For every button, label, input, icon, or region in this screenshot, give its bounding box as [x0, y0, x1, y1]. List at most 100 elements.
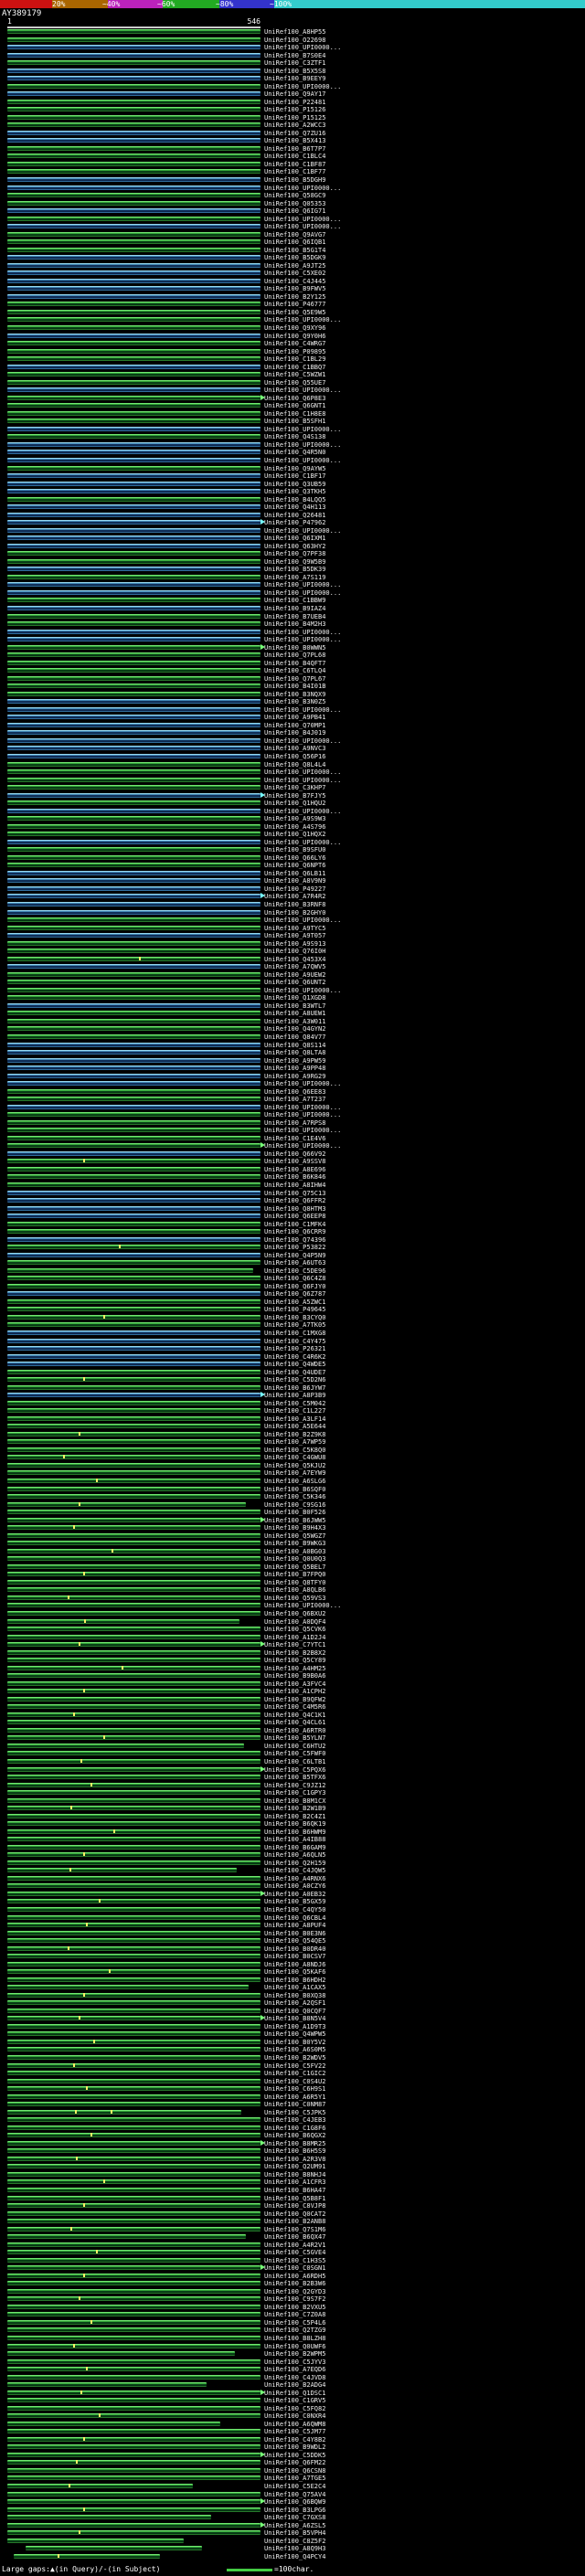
hit-label[interactable]: UniRef100_B0F526: [264, 1509, 325, 1517]
hit-bar[interactable]: [7, 1462, 261, 1468]
hit-label[interactable]: UniRef100_A1CPH2: [264, 1688, 325, 1696]
hit-label[interactable]: UniRef100_Q0UWF6: [264, 2343, 325, 2351]
hit-label[interactable]: UniRef100_UPI0000...: [264, 917, 341, 925]
hit-bar[interactable]: [7, 1829, 261, 1834]
hit-bar[interactable]: [7, 1011, 261, 1016]
hit-bar[interactable]: [7, 348, 261, 354]
hit-label[interactable]: UniRef100_A7T237: [264, 1096, 325, 1104]
hit-label[interactable]: UniRef100_C3KHP7: [264, 784, 325, 792]
hit-label[interactable]: UniRef100_C6HTU2: [264, 1743, 325, 1751]
hit-bar[interactable]: [7, 317, 261, 323]
hit-bar[interactable]: [7, 1112, 261, 1118]
hit-label[interactable]: UniRef100_B6QGX2: [264, 2132, 325, 2140]
hit-bar[interactable]: [7, 589, 261, 595]
hit-bar[interactable]: [7, 1696, 261, 1701]
hit-label[interactable]: UniRef100_UPI0000...: [264, 737, 341, 746]
hit-bar[interactable]: [7, 2071, 261, 2076]
hit-bar[interactable]: [7, 2498, 265, 2505]
hit-label[interactable]: UniRef100_C0NXR4: [264, 2412, 325, 2421]
hit-bar[interactable]: [7, 1026, 261, 1032]
hit-bar[interactable]: [7, 1806, 261, 1811]
hit-label[interactable]: UniRef100_C1BF87: [264, 161, 325, 169]
hit-label[interactable]: UniRef100_A8V9N9: [264, 877, 325, 885]
hit-label[interactable]: UniRef100_Q6IG71: [264, 207, 325, 216]
hit-bar[interactable]: [7, 2343, 261, 2348]
hit-bar[interactable]: [7, 1362, 261, 1367]
hit-label[interactable]: UniRef100_UPI0000...: [264, 808, 341, 816]
hit-bar[interactable]: [7, 1501, 247, 1507]
hit-label[interactable]: UniRef100_A6RTR0: [264, 1727, 325, 1735]
hit-label[interactable]: UniRef100_Q1HQX2: [264, 831, 325, 839]
hit-bar[interactable]: [7, 558, 261, 564]
hit-bar[interactable]: [7, 224, 261, 229]
hit-bar[interactable]: [7, 1743, 244, 1748]
hit-label[interactable]: UniRef100_B8NHJ4: [264, 2171, 325, 2179]
hit-label[interactable]: UniRef100_C1BBW9: [264, 597, 325, 605]
hit-bar[interactable]: [7, 1408, 261, 1414]
hit-label[interactable]: UniRef100_B0WWN5: [264, 644, 325, 652]
hit-label[interactable]: UniRef100_C0SGN1: [264, 2264, 325, 2273]
hit-bar[interactable]: [7, 1541, 261, 1546]
hit-label[interactable]: UniRef100_Q4UDE7: [264, 1369, 325, 1377]
hit-bar[interactable]: [7, 504, 261, 510]
hit-bar[interactable]: [7, 1765, 265, 1772]
hit-label[interactable]: UniRef100_Q9W5B9: [264, 558, 325, 567]
hit-label[interactable]: UniRef100_A7WP59: [264, 1438, 325, 1447]
hit-bar[interactable]: [7, 1923, 261, 1928]
hit-label[interactable]: UniRef100_UPI0000...: [264, 581, 341, 589]
hit-label[interactable]: UniRef100_B3RNF8: [264, 901, 325, 909]
hit-label[interactable]: UniRef100_UPI0000...: [264, 987, 341, 995]
hit-label[interactable]: UniRef100_C1BF17: [264, 472, 325, 481]
hit-bar[interactable]: [7, 551, 261, 557]
hit-label[interactable]: UniRef100_C1H3S5: [264, 2257, 325, 2265]
hit-label[interactable]: UniRef100_A7S119: [264, 574, 325, 582]
hit-label[interactable]: UniRef100_Q8LTA8: [264, 1049, 325, 1057]
hit-bar[interactable]: [7, 1415, 261, 1421]
hit-bar[interactable]: [7, 309, 261, 314]
hit-bar[interactable]: [7, 1135, 261, 1140]
hit-bar[interactable]: [7, 2389, 265, 2395]
hit-bar[interactable]: [7, 2015, 265, 2021]
hit-label[interactable]: UniRef100_A9PB41: [264, 714, 325, 722]
hit-label[interactable]: UniRef100_Q8L4L4: [264, 761, 325, 769]
hit-bar[interactable]: [7, 496, 261, 502]
hit-bar[interactable]: [7, 519, 265, 525]
hit-label[interactable]: UniRef100_B0E3N6: [264, 1930, 325, 1938]
hit-label[interactable]: UniRef100_B9B0A6: [264, 1672, 325, 1680]
hit-label[interactable]: UniRef100_Q6FFR2: [264, 1197, 325, 1205]
hit-label[interactable]: UniRef100_C5FV22: [264, 2062, 325, 2071]
hit-label[interactable]: UniRef100_Q6FM22: [264, 2459, 325, 2467]
hit-bar[interactable]: [7, 1665, 261, 1670]
hit-label[interactable]: UniRef100_B5G1T4: [264, 247, 325, 255]
hit-bar[interactable]: [7, 684, 261, 689]
hit-bar[interactable]: [7, 1260, 261, 1266]
hit-bar[interactable]: [7, 91, 261, 97]
hit-bar[interactable]: [7, 1081, 261, 1087]
hit-label[interactable]: UniRef100_C7Z0A8: [264, 2311, 325, 2319]
hit-label[interactable]: UniRef100_B9WKG3: [264, 1540, 325, 1548]
hit-label[interactable]: UniRef100_A6R5Y1: [264, 2094, 325, 2102]
hit-label[interactable]: UniRef100_A8Q9H3: [264, 2545, 325, 2553]
hit-bar[interactable]: [7, 1455, 261, 1460]
hit-label[interactable]: UniRef100_UPI0000...: [264, 1602, 341, 1610]
hit-label[interactable]: UniRef100_UPI0000...: [264, 1080, 341, 1088]
hit-label[interactable]: UniRef100_C4WRG7: [264, 340, 325, 348]
hit-bar[interactable]: [7, 278, 261, 283]
hit-label[interactable]: UniRef100_B2WDV5: [264, 2054, 325, 2062]
hit-label[interactable]: UniRef100_UPI0000...: [264, 83, 341, 91]
hit-bar[interactable]: [7, 1221, 261, 1226]
hit-label[interactable]: UniRef100_C1MXG8: [264, 1330, 325, 1338]
hit-bar[interactable]: [7, 419, 261, 424]
hit-bar[interactable]: [7, 722, 261, 727]
hit-bar[interactable]: [7, 863, 261, 868]
hit-bar[interactable]: [7, 832, 261, 837]
hit-bar[interactable]: [7, 761, 261, 767]
hit-bar[interactable]: [7, 2281, 261, 2286]
hit-label[interactable]: UniRef100_A6QLN5: [264, 1851, 325, 1860]
hit-bar[interactable]: [7, 878, 261, 884]
hit-bar[interactable]: [7, 2421, 221, 2426]
hit-bar[interactable]: [7, 29, 261, 34]
hit-label[interactable]: UniRef100_Q6IXM1: [264, 535, 325, 543]
hit-label[interactable]: UniRef100_UPI0000...: [264, 636, 341, 644]
hit-bar[interactable]: [7, 637, 261, 642]
